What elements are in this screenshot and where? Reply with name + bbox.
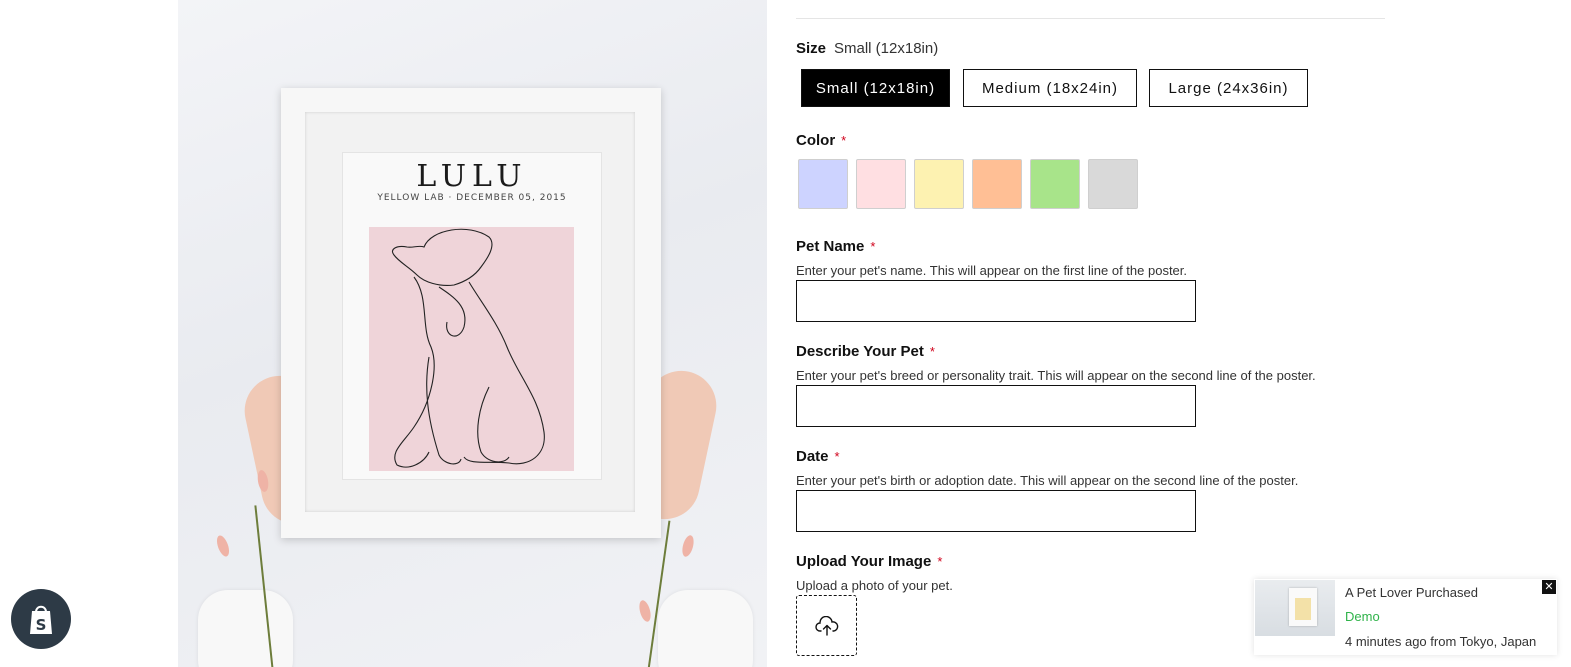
flower-bud [637,599,653,623]
color-swatch-green[interactable] [1030,159,1080,209]
size-option-medium[interactable]: Medium (18x24in) [963,69,1137,107]
left-sleeve [198,590,293,667]
required-indicator: * [929,344,935,359]
pet-name-help: Enter your pet's name. This will appear … [796,263,1188,278]
pet-name-label: Pet Name * [796,238,875,255]
frame-mat: LULU YELLOW LAB · DECEMBER 05, 2015 [305,112,635,512]
color-swatch-yellow[interactable] [914,159,964,209]
date-help: Enter your pet's birth or adoption date.… [796,473,1299,488]
date-input[interactable] [796,490,1196,532]
size-selected-value: Small (12x18in) [834,40,939,57]
describe-pet-input[interactable] [796,385,1196,427]
date-label-text: Date [796,448,829,465]
date-label: Date * [796,448,840,465]
thumbnail-art [1295,598,1311,620]
color-label: Color * [796,132,846,149]
shopify-badge-button[interactable]: S [11,589,71,649]
size-option-large[interactable]: Large (24x36in) [1149,69,1308,107]
picture-frame: LULU YELLOW LAB · DECEMBER 05, 2015 [281,88,661,538]
poster-title: LULU [416,159,528,194]
describe-pet-label: Describe Your Pet * [796,343,935,360]
size-label-text: Size [796,40,827,57]
color-swatch-blue[interactable] [798,159,848,209]
section-divider [796,18,1385,19]
size-option-small[interactable]: Small (12x18in) [801,69,950,107]
product-image[interactable]: LULU YELLOW LAB · DECEMBER 05, 2015 [178,0,767,667]
notification-product-thumbnail [1255,580,1335,636]
required-indicator: * [834,449,840,464]
poster: LULU YELLOW LAB · DECEMBER 05, 2015 [342,152,602,480]
upload-image-button[interactable] [796,595,857,656]
required-indicator: * [870,239,876,254]
thumbnail-frame [1289,588,1317,626]
upload-label: Upload Your Image * [796,553,942,570]
upload-label-text: Upload Your Image [796,553,932,570]
required-indicator: * [937,554,943,569]
describe-pet-help: Enter your pet's breed or personality tr… [796,368,1316,383]
size-label: Size [796,40,826,57]
cloud-upload-icon [814,615,838,636]
flower-bud [214,533,232,559]
purchase-notification[interactable]: A Pet Lover Purchased Demo 4 minutes ago… [1254,579,1557,655]
upload-help: Upload a photo of your pet. [796,578,953,593]
notification-title: A Pet Lover Purchased [1345,585,1478,600]
notification-meta: 4 minutes ago from Tokyo, Japan [1345,634,1537,649]
color-label-text: Color [796,132,836,149]
poster-art [369,227,574,471]
pet-name-input[interactable] [796,280,1196,322]
dog-line-art-icon [391,228,545,468]
shopify-bag-icon: S [30,605,52,634]
notification-product-link[interactable]: Demo [1345,609,1380,624]
shopify-glyph: S [36,616,47,634]
close-icon[interactable]: ✕ [1542,580,1556,594]
color-swatch-gray[interactable] [1088,159,1138,209]
color-swatch-orange[interactable] [972,159,1022,209]
required-indicator: * [841,133,847,148]
flower-bud [680,534,696,558]
right-sleeve [658,590,753,667]
color-swatch-pink[interactable] [856,159,906,209]
poster-subtitle: YELLOW LAB · DECEMBER 05, 2015 [377,193,567,203]
describe-pet-label-text: Describe Your Pet [796,343,924,360]
pet-name-label-text: Pet Name [796,238,865,255]
